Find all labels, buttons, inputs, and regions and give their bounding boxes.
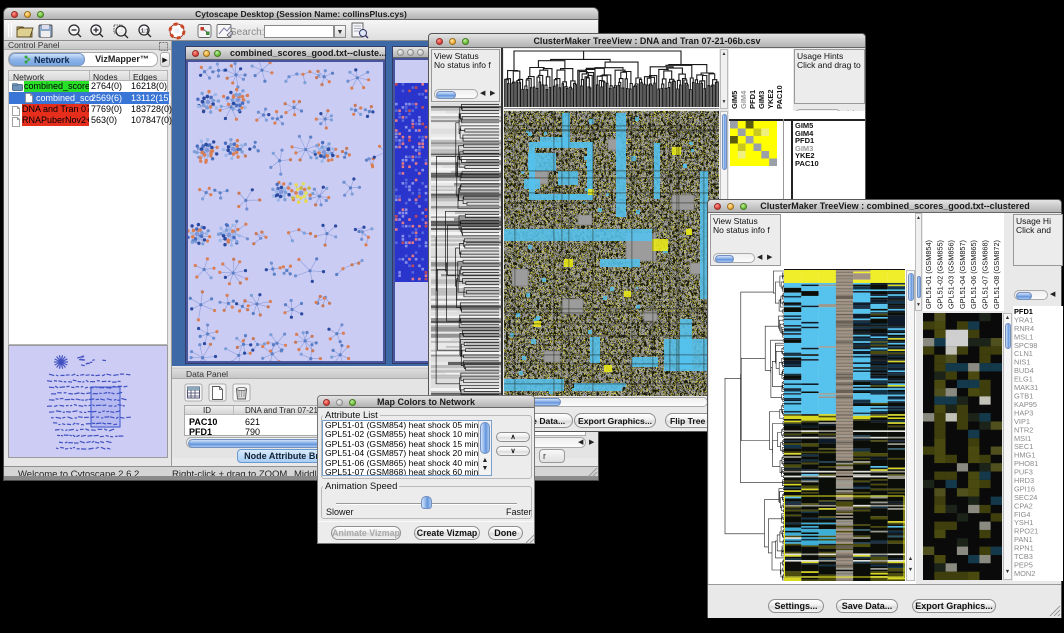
svg-text:GPL51-01 (GSM854): GPL51-01 (GSM854) [924, 240, 933, 309]
svg-text:GPL51-07 (GSM868): GPL51-07 (GSM868) [981, 240, 990, 309]
svg-text:GPL51-06 (GSM865): GPL51-06 (GSM865) [969, 240, 978, 309]
svg-text:PAC10: PAC10 [775, 85, 784, 109]
svg-text:MON2: MON2 [1014, 569, 1035, 578]
svg-text:GPL51-03 (GSM856): GPL51-03 (GSM856) [947, 240, 956, 309]
svg-text:GPL51-08 (GSM872): GPL51-08 (GSM872) [992, 240, 1001, 309]
svg-text:GIM5: GIM5 [730, 91, 739, 109]
svg-text:PFD1: PFD1 [748, 90, 757, 109]
svg-text:GIM4: GIM4 [739, 90, 748, 109]
svg-text:1:1: 1:1 [141, 29, 149, 35]
svg-text:GIM3: GIM3 [757, 91, 766, 109]
svg-text:YKE2: YKE2 [766, 89, 775, 109]
svg-text:GPL51-02 (GSM855): GPL51-02 (GSM855) [935, 240, 944, 309]
svg-text:GPL51-04 (GSM857): GPL51-04 (GSM857) [958, 240, 967, 309]
